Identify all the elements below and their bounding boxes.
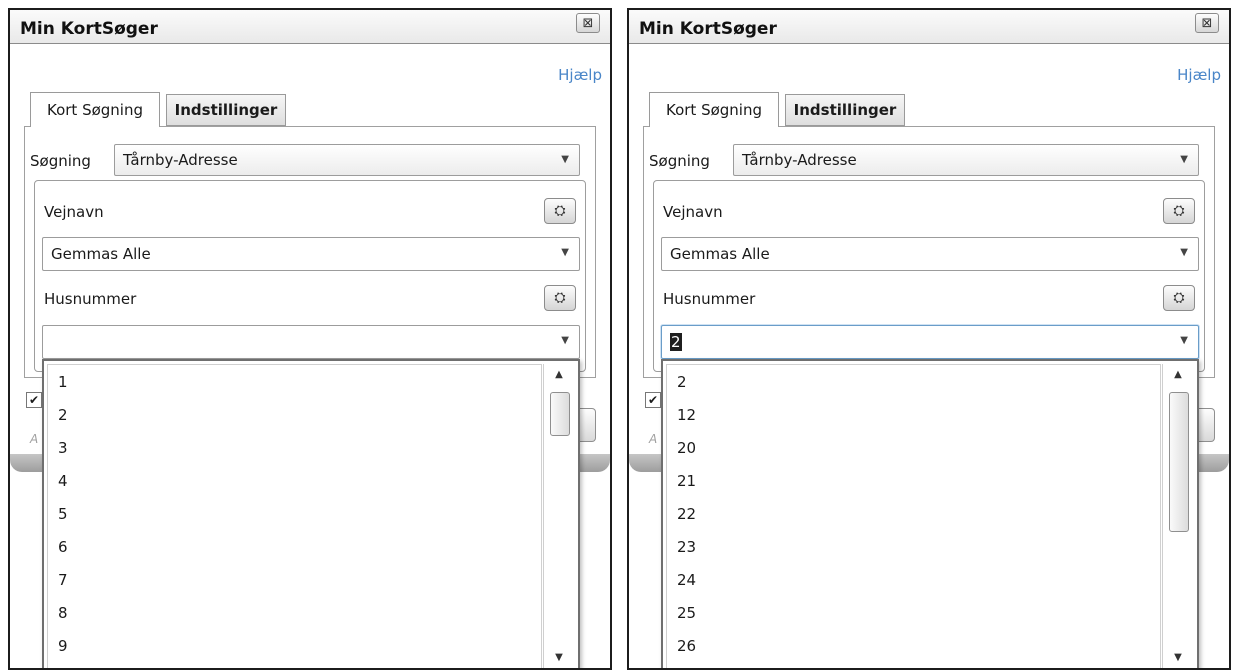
list-item[interactable]: 5 (58, 505, 68, 523)
binoculars-icon: ⛭ (554, 203, 566, 219)
search-type-value: Tårnby-Adresse (123, 151, 238, 169)
help-link[interactable]: Hjælp (1177, 66, 1221, 84)
dropdown-list: 2 12 20 21 22 23 24 25 26 (666, 364, 1161, 668)
house-number-dropdown: 2 12 20 21 22 23 24 25 26 ▲ ▼ (661, 359, 1199, 668)
street-find-button[interactable]: ⛭ (1163, 198, 1195, 224)
close-button[interactable]: ⊠ (576, 13, 600, 33)
list-item[interactable]: 26 (677, 637, 696, 655)
house-number-label: Husnummer (663, 290, 756, 308)
house-number-value: 2 (670, 333, 682, 351)
checkbox[interactable]: ✔ (26, 392, 42, 408)
street-value: Gemmas Alle (670, 245, 770, 263)
list-item[interactable]: 2 (58, 406, 68, 424)
tab-kort-soegning[interactable]: Kort Søgning (30, 92, 160, 127)
list-item[interactable]: 25 (677, 604, 696, 622)
search-label: Søgning (30, 152, 91, 170)
street-label: Vejnavn (44, 203, 104, 221)
street-value: Gemmas Alle (51, 245, 151, 263)
window-title: Min KortSøger (20, 19, 158, 39)
tab-indstillinger[interactable]: Indstillinger (785, 94, 905, 126)
chevron-down-icon: ▼ (561, 335, 569, 346)
chevron-down-icon: ▼ (561, 154, 569, 165)
list-item[interactable]: 23 (677, 538, 696, 556)
binoculars-icon: ⛭ (554, 290, 566, 306)
binoculars-icon: ⛭ (1173, 203, 1185, 219)
list-item[interactable]: 4 (58, 472, 68, 490)
list-item[interactable]: 21 (677, 472, 696, 490)
chevron-down-icon: ▼ (1180, 154, 1188, 165)
list-item[interactable]: 12 (677, 406, 696, 424)
house-number-label: Husnummer (44, 290, 137, 308)
list-item[interactable]: 3 (58, 439, 68, 457)
street-label: Vejnavn (663, 203, 723, 221)
titlebar: Min KortSøger ⊠ (10, 10, 610, 44)
house-number-input[interactable]: 2 ▼ (661, 325, 1199, 359)
scrollbar[interactable]: ▲ ▼ (543, 364, 575, 668)
close-button[interactable]: ⊠ (1195, 13, 1219, 33)
list-item[interactable]: 8 (58, 604, 68, 622)
tab-kort-soegning[interactable]: Kort Søgning (649, 92, 779, 127)
street-select[interactable]: Gemmas Alle ▼ (661, 237, 1199, 271)
chevron-down-icon: ▼ (1180, 247, 1188, 258)
scroll-up-icon[interactable]: ▲ (544, 364, 574, 386)
list-item[interactable]: 1 (58, 373, 68, 391)
chevron-down-icon: ▼ (1180, 335, 1188, 346)
search-type-select[interactable]: Tårnby-Adresse ▼ (114, 144, 580, 176)
house-number-dropdown: 1 2 3 4 5 6 7 8 9 ▲ ▼ (42, 359, 580, 668)
scroll-down-icon[interactable]: ▼ (544, 647, 574, 668)
window-title: Min KortSøger (639, 19, 777, 39)
scroll-up-icon[interactable]: ▲ (1163, 364, 1193, 386)
panel-right: Min KortSøger ⊠ Hjælp Kort Søgning Indst… (627, 8, 1231, 670)
list-item[interactable]: 20 (677, 439, 696, 457)
hint-text: A (30, 432, 39, 446)
search-type-value: Tårnby-Adresse (742, 151, 857, 169)
list-item[interactable]: 24 (677, 571, 696, 589)
search-label: Søgning (649, 152, 710, 170)
panel-left: Min KortSøger ⊠ Hjælp Kort Søgning Indst… (8, 8, 612, 670)
list-item[interactable]: 7 (58, 571, 68, 589)
checkbox[interactable]: ✔ (645, 392, 661, 408)
scroll-down-icon[interactable]: ▼ (1163, 647, 1193, 668)
scrollbar-thumb[interactable] (550, 392, 570, 436)
hint-text: A (649, 432, 658, 446)
titlebar: Min KortSøger ⊠ (629, 10, 1229, 44)
list-item[interactable]: 2 (677, 373, 687, 391)
tab-indstillinger[interactable]: Indstillinger (166, 94, 286, 126)
street-find-button[interactable]: ⛭ (544, 198, 576, 224)
list-item[interactable]: 22 (677, 505, 696, 523)
search-type-select[interactable]: Tårnby-Adresse ▼ (733, 144, 1199, 176)
list-item[interactable]: 6 (58, 538, 68, 556)
house-number-find-button[interactable]: ⛭ (1163, 285, 1195, 311)
dropdown-list: 1 2 3 4 5 6 7 8 9 (47, 364, 542, 668)
house-number-input[interactable]: ▼ (42, 325, 580, 359)
house-number-find-button[interactable]: ⛭ (544, 285, 576, 311)
scrollbar[interactable]: ▲ ▼ (1162, 364, 1194, 668)
close-icon: ⊠ (1201, 15, 1213, 31)
help-link[interactable]: Hjælp (558, 66, 602, 84)
street-select[interactable]: Gemmas Alle ▼ (42, 237, 580, 271)
chevron-down-icon: ▼ (561, 247, 569, 258)
binoculars-icon: ⛭ (1173, 290, 1185, 306)
close-icon: ⊠ (582, 15, 594, 31)
scrollbar-thumb[interactable] (1169, 392, 1189, 532)
list-item[interactable]: 9 (58, 637, 68, 655)
